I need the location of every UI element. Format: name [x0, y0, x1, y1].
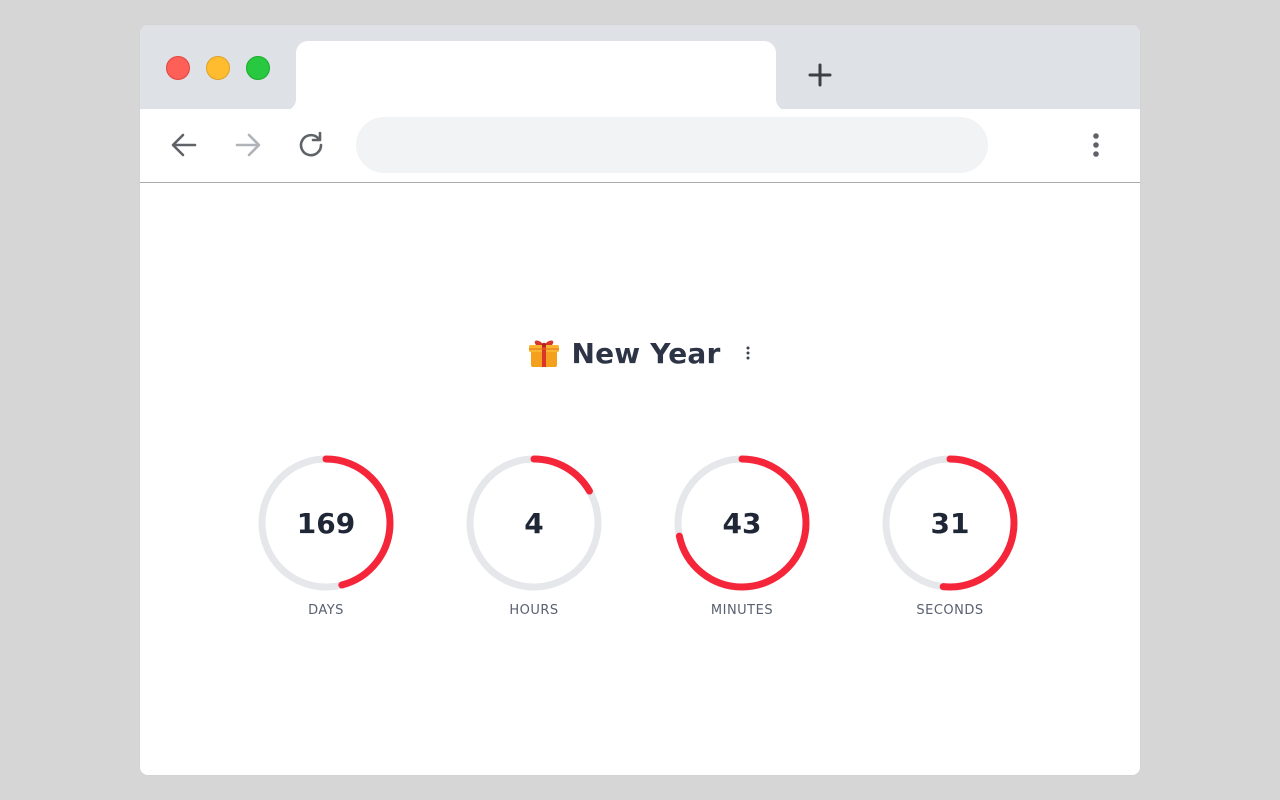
- back-button[interactable]: [164, 125, 204, 165]
- countdown-header: New Year: [140, 333, 1140, 373]
- countdown-title: New Year: [571, 336, 721, 370]
- seconds-label: SECONDS: [916, 603, 984, 618]
- window-minimize-button[interactable]: [206, 56, 230, 80]
- minutes-counter: 43 MINUTES: [672, 453, 812, 618]
- more-vertical-icon: [746, 346, 750, 360]
- seconds-counter: 31 SECONDS: [880, 453, 1020, 618]
- days-value: 169: [296, 506, 356, 540]
- arrow-left-icon: [171, 133, 197, 157]
- new-tab-button[interactable]: [800, 55, 840, 95]
- hours-label: HOURS: [509, 603, 559, 618]
- tab-strip: [140, 25, 1140, 111]
- window-close-button[interactable]: [166, 56, 190, 80]
- browser-toolbar: [140, 109, 1140, 183]
- minutes-label: MINUTES: [710, 603, 774, 618]
- page-content: New Year 169 DAYS 4 HOURS 43 MINUTES 31 …: [140, 183, 1140, 775]
- window-maximize-button[interactable]: [246, 56, 270, 80]
- reload-icon: [299, 131, 323, 157]
- plus-icon: [808, 63, 832, 87]
- address-bar[interactable]: [356, 117, 988, 173]
- forward-button[interactable]: [228, 125, 268, 165]
- days-label: DAYS: [308, 603, 344, 618]
- active-tab[interactable]: [296, 41, 776, 111]
- more-vertical-icon: [1093, 133, 1099, 157]
- reload-button[interactable]: [292, 125, 332, 165]
- browser-menu-button[interactable]: [1076, 125, 1116, 165]
- gift-icon: [529, 340, 560, 367]
- days-counter: 169 DAYS: [256, 453, 396, 618]
- hours-value: 4: [524, 506, 544, 540]
- countdown-options-button[interactable]: [743, 343, 753, 363]
- browser-window: New Year 169 DAYS 4 HOURS 43 MINUTES 31 …: [140, 25, 1140, 775]
- hours-counter: 4 HOURS: [464, 453, 604, 618]
- minutes-value: 43: [722, 506, 762, 540]
- seconds-value: 31: [930, 506, 970, 540]
- arrow-right-icon: [235, 133, 261, 157]
